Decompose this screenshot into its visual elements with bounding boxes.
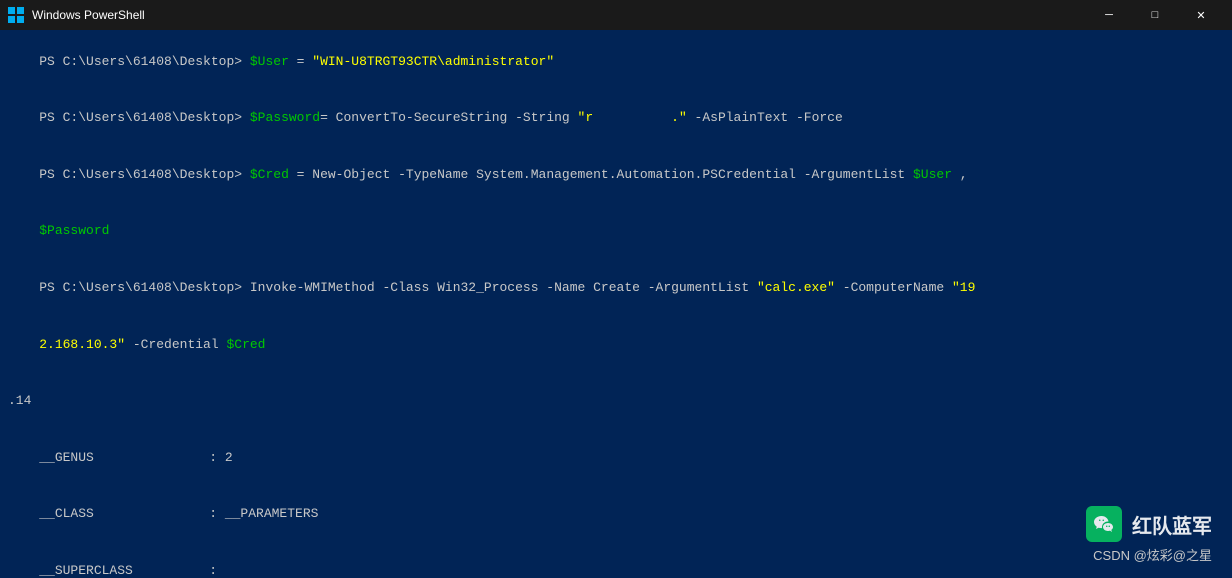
data-superclass: __SUPERCLASS: <box>8 543 1224 578</box>
watermark-label: 红队蓝军 <box>1132 510 1212 539</box>
watermark-sub: CSDN @炫彩@之星 <box>1093 545 1212 564</box>
maximize-button[interactable]: □ <box>1132 0 1178 30</box>
command-line-2: PS C:\Users\61408\Desktop> $Password= Co… <box>8 91 1224 148</box>
titlebar: Windows PowerShell ─ □ ✕ <box>0 0 1232 30</box>
command-line-4: PS C:\Users\61408\Desktop> Invoke-WMIMet… <box>8 260 1224 317</box>
window-title: Windows PowerShell <box>32 8 1078 22</box>
command-continuation-1: $Password <box>8 204 1224 261</box>
app-icon <box>8 7 24 23</box>
minimize-button[interactable]: ─ <box>1086 0 1132 30</box>
data-genus: __GENUS: 2 <box>8 430 1224 487</box>
blank-1 <box>8 373 1224 392</box>
data-class: __CLASS: __PARAMETERS <box>8 486 1224 543</box>
prompt-1: PS C:\Users\61408\Desktop> <box>39 54 250 69</box>
watermark: 红队蓝军 <box>1086 506 1212 542</box>
command-continuation-2: 2.168.10.3" -Credential $Cred <box>8 317 1224 374</box>
side-marker-14: .14 <box>8 392 1224 411</box>
wechat-icon <box>1086 506 1122 542</box>
terminal-area: PS C:\Users\61408\Desktop> $User = "WIN-… <box>0 30 1232 578</box>
prompt-2: PS C:\Users\61408\Desktop> <box>39 110 250 125</box>
window-controls: ─ □ ✕ <box>1086 0 1224 30</box>
prompt-4: PS C:\Users\61408\Desktop> <box>39 280 250 295</box>
command-line-1: PS C:\Users\61408\Desktop> $User = "WIN-… <box>8 34 1224 91</box>
close-button[interactable]: ✕ <box>1178 0 1224 30</box>
blank-2 <box>8 411 1224 430</box>
prompt-3: PS C:\Users\61408\Desktop> <box>39 167 250 182</box>
command-line-3: PS C:\Users\61408\Desktop> $Cred = New-O… <box>8 147 1224 204</box>
